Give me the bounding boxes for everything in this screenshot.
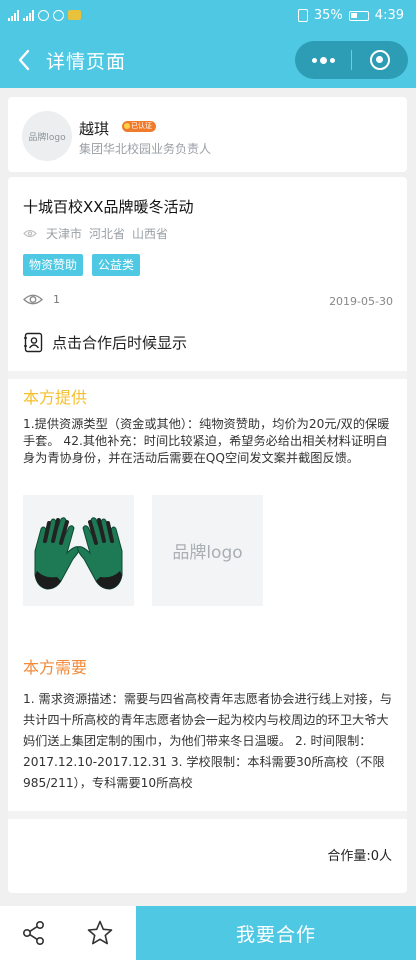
offer-description: 1.提供资源类型（资金或其他）：纯物资赞助，均价为20元/双的保暖手套。 42.… [23,417,390,465]
signal-icon-2 [23,9,34,21]
offer-section-title: 本方提供 [23,388,88,407]
contact-hint: 点击合作后时候显示 [52,334,188,352]
view-count-value: 1 [53,293,60,306]
avatar: 品牌logo [22,111,72,161]
signal-icon [8,9,19,21]
need-description: 1. 需求资源描述：需要与四省高校青年志愿者协会进行线上对接，与共计四十所高校的… [23,692,392,790]
star-icon [87,920,113,945]
view-count: 1 [23,293,60,306]
location-item: 天津市 [46,227,83,241]
mini-program-capsule [295,41,408,79]
app-notification-icon [53,9,64,21]
battery-icon [348,10,369,21]
contact-row: 点击合作后时候显示 [23,332,187,353]
vibrate-icon [297,9,308,22]
location-eye-icon [23,229,37,238]
favorite-button[interactable] [70,906,130,960]
publisher-name: 越琪 [79,120,110,138]
eye-icon [23,294,43,305]
location-row: 天津市 河北省 山西省 [23,225,168,242]
gloves-image[interactable] [23,495,134,606]
cooperation-count: 合作量:0人 [327,849,392,864]
bottom-action-bar: 我要合作 [0,906,416,960]
cooperate-button[interactable]: 我要合作 [136,906,416,960]
mail-icon [68,10,81,20]
cooperation-section: 合作量:0人 [8,811,407,893]
tag-charity: 公益类 [92,254,141,276]
close-mini-program-button[interactable] [352,41,408,79]
section-divider [8,371,407,379]
more-button[interactable] [295,41,351,79]
status-left [8,9,81,21]
location-item: 山西省 [132,227,169,241]
battery-percent: 35% [313,8,343,23]
location-item: 河北省 [89,227,126,241]
back-button[interactable] [12,46,36,74]
activity-detail-card: 十城百校XX品牌暖冬活动 天津市 河北省 山西省 物资赞助 公益类 1 2019… [8,177,407,893]
publisher-card[interactable]: 品牌logo 越琪 已认证 集团华北校园业务负责人 [8,97,407,172]
target-close-icon [370,50,390,70]
status-bar: 35% 4:39 [0,0,416,32]
tag-list: 物资赞助 公益类 [23,254,141,276]
status-right: 35% 4:39 [297,8,404,23]
gloves-picture [34,517,123,590]
publish-date: 2019-05-30 [329,295,393,308]
chevron-left-icon [18,49,30,71]
need-section-title: 本方需要 [23,658,88,677]
page-title: 详情页面 [46,51,127,73]
nav-bar: 详情页面 [0,32,416,88]
brand-logo-image[interactable]: 品牌logo [152,495,263,606]
clock: 4:39 [374,8,404,23]
contact-card-icon [24,332,43,353]
tag-sponsorship: 物资赞助 [23,254,84,276]
activity-title: 十城百校XX品牌暖冬活动 [23,198,194,216]
share-button[interactable] [4,906,64,960]
notification-icon [38,9,49,21]
more-dots-icon [311,56,335,64]
publisher-role: 集团华北校园业务负责人 [79,142,212,156]
verified-badge: 已认证 [122,121,156,132]
share-icon [22,920,45,945]
